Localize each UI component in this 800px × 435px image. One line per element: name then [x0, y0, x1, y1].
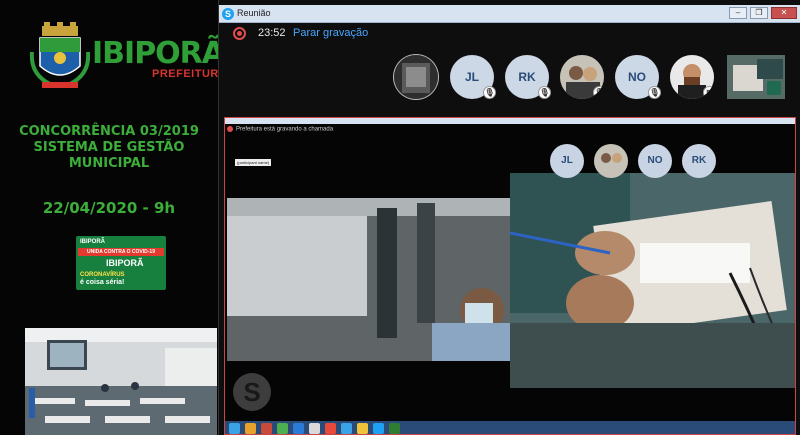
- event-date: 22/04/2020 - 9h: [42, 199, 176, 217]
- participant-avatar[interactable]: 🎙: [560, 55, 604, 99]
- start-icon[interactable]: [229, 423, 240, 434]
- brand-subtitle: PREFEITURA: [152, 68, 228, 80]
- maximize-button[interactable]: ❐: [750, 7, 768, 19]
- taskbar-app-icon[interactable]: [357, 423, 368, 434]
- inner-participant-avatar[interactable]: NO: [638, 144, 672, 178]
- event-title: CONCORRÊNCIA 03/2019 SISTEMA DE GESTÃO M…: [14, 124, 204, 172]
- participant-initials: JL: [464, 70, 479, 84]
- minimize-button[interactable]: –: [729, 7, 747, 19]
- skype-icon: S: [222, 8, 234, 20]
- video-thumbnail-image: [727, 55, 785, 99]
- video-frame: [510, 173, 795, 388]
- skype-watermark-icon: S: [233, 373, 271, 411]
- window-titlebar: S Reunião – ❐ ✕: [219, 5, 800, 23]
- recording-icon: [233, 27, 246, 40]
- taskbar-app-icon[interactable]: [245, 423, 256, 434]
- avatar-photo-icon: [594, 144, 628, 178]
- taskbar-app-icon[interactable]: [293, 423, 304, 434]
- recording-icon: [227, 126, 233, 132]
- window-title: Reunião: [237, 8, 271, 18]
- shared-screen[interactable]: Prefeitura está gravando a chamada (part…: [224, 117, 796, 435]
- participant-video-right: [510, 173, 795, 388]
- windows-taskbar: [225, 421, 795, 434]
- participant-avatar[interactable]: NO 🎙: [615, 55, 661, 99]
- participant-initials: RK: [691, 155, 707, 166]
- taskbar-app-icon[interactable]: [261, 423, 272, 434]
- taskbar-skype-icon[interactable]: [373, 423, 384, 434]
- participant-initials: RK: [518, 70, 536, 84]
- close-button[interactable]: ✕: [771, 7, 797, 19]
- screen-share-icon: ⧉: [703, 86, 714, 99]
- participant-avatar[interactable]: ⧉: [670, 55, 714, 99]
- meeting-window: S Reunião – ❐ ✕ 23:52 Parar gravação JL …: [218, 0, 800, 435]
- muted-mic-icon: 🎙: [483, 86, 496, 99]
- taskbar-app-icon[interactable]: [277, 423, 288, 434]
- campaign-logo: IBIPORÃ: [106, 258, 144, 268]
- recording-time: 23:52: [258, 27, 286, 39]
- participant-list: JL 🎙 RK 🎙 🎙 NO 🎙 ⧉: [394, 55, 794, 101]
- participant-video-thumbnail[interactable]: [727, 55, 785, 99]
- taskbar-app-icon[interactable]: [309, 423, 320, 434]
- avatar-photo-icon: [394, 55, 438, 99]
- muted-mic-icon: 🎙: [538, 86, 551, 99]
- participant-avatar[interactable]: JL 🎙: [450, 55, 496, 99]
- coat-of-arms-icon: [30, 22, 90, 88]
- campaign-line-2: é coisa séria!: [80, 279, 125, 286]
- inner-participant-list: JL NO RK: [550, 144, 720, 180]
- inner-participant-avatar[interactable]: JL: [550, 144, 584, 178]
- participant-video-left: [227, 198, 512, 361]
- covid-campaign-badge: IBIPORÃ UNIDA CONTRA O COVID-19 IBIPORÃ …: [76, 236, 166, 290]
- inner-participant-avatar[interactable]: [594, 144, 628, 178]
- event-title-line: CONCORRÊNCIA 03/2019: [19, 124, 199, 139]
- participant-avatar[interactable]: RK 🎙: [505, 55, 551, 99]
- participant-initials: NO: [628, 70, 646, 84]
- participant-initials: NO: [647, 155, 663, 166]
- participant-tooltip: (participant name): [235, 159, 272, 166]
- brand-name: IBIPORÃ: [92, 36, 225, 71]
- inner-participant-avatar[interactable]: RK: [682, 144, 716, 178]
- event-title-line: SISTEMA DE GESTÃO: [33, 140, 185, 155]
- campaign-line-1: CORONAVÍRUS: [80, 272, 125, 278]
- taskbar-app-icon[interactable]: [341, 423, 352, 434]
- taskbar-app-icon[interactable]: [325, 423, 336, 434]
- video-frame: [227, 198, 512, 361]
- participant-avatar[interactable]: [394, 55, 438, 99]
- muted-mic-icon: 🎙: [593, 86, 604, 99]
- inner-window-titlebar: [225, 118, 795, 124]
- inner-recording-notice: Prefeitura está gravando a chamada: [227, 126, 333, 133]
- campaign-header: IBIPORÃ: [80, 239, 106, 245]
- campaign-banner: UNIDA CONTRA O COVID-19: [78, 248, 164, 256]
- stop-recording-link[interactable]: Parar gravação: [293, 27, 368, 39]
- muted-mic-icon: 🎙: [648, 86, 661, 99]
- left-info-panel: IBIPORÃ PREFEITURA CONCORRÊNCIA 03/2019 …: [0, 0, 227, 435]
- participant-initials: JL: [561, 155, 573, 166]
- taskbar-app-icon[interactable]: [389, 423, 400, 434]
- recording-notice-text: Prefeitura está gravando a chamada: [236, 126, 334, 133]
- meeting-room-camera-feed: [25, 328, 217, 435]
- event-title-line: MUNICIPAL: [68, 156, 150, 171]
- prefeitura-logo: IBIPORÃ PREFEITURA: [30, 22, 227, 102]
